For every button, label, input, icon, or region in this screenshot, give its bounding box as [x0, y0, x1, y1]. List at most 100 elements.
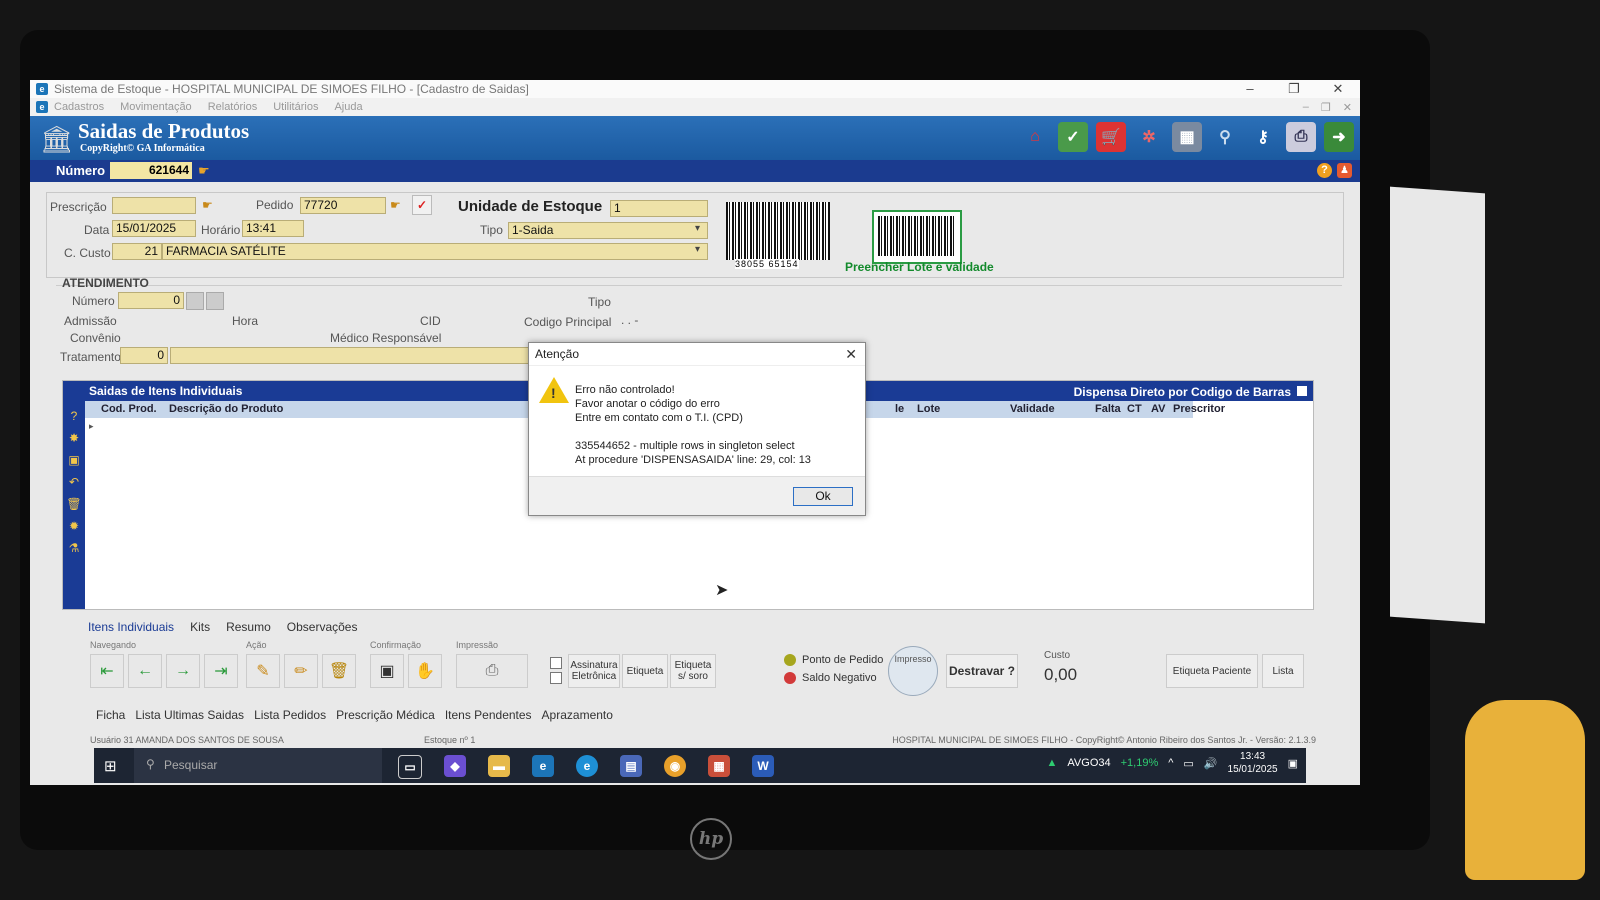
menu-ajuda[interactable]: Ajuda — [334, 101, 362, 113]
calendar-icon[interactable] — [186, 292, 204, 310]
taskbar-search[interactable]: Pesquisar — [134, 748, 382, 783]
key-icon[interactable]: ⚷ — [1248, 122, 1278, 152]
col-falta[interactable]: Falta — [1095, 403, 1121, 415]
barcode-caption[interactable]: Preencher Lote e validade — [845, 260, 994, 274]
next-record-icon[interactable]: → — [166, 654, 200, 688]
data-field[interactable]: 15/01/2025 — [112, 220, 196, 237]
pointing-hand-icon[interactable]: ☛ — [390, 198, 401, 212]
assinatura-button[interactable]: Assinatura Eletrônica — [568, 654, 620, 688]
col-lote[interactable]: Lote — [917, 403, 940, 415]
task-view-icon[interactable]: ▭ — [398, 755, 422, 779]
col-cod-prod[interactable]: Cod. Prod. — [101, 403, 157, 415]
col-descricao[interactable]: Descrição do Produto — [169, 403, 283, 415]
prev-record-icon[interactable]: ← — [128, 654, 162, 688]
search-patient-icon[interactable] — [206, 292, 224, 310]
print-option-checkbox-2[interactable] — [550, 672, 562, 684]
chevron-down-icon[interactable]: ▾ — [695, 244, 700, 255]
edge-browser-icon[interactable]: e — [576, 755, 598, 777]
calculator-icon[interactable]: ▦ — [1172, 122, 1202, 152]
pointing-hand-icon[interactable]: ☛ — [198, 163, 210, 179]
printer-icon[interactable]: ⎙ — [456, 654, 528, 688]
word-icon[interactable]: W — [752, 755, 774, 777]
print-option-checkbox-1[interactable] — [550, 657, 562, 669]
dialog-close-button[interactable]: ✕ — [845, 343, 857, 365]
mdi-minimize-button[interactable]: – — [1303, 101, 1309, 114]
delete-record-icon[interactable]: 🗑 — [322, 654, 356, 688]
etiqueta-button[interactable]: Etiqueta — [622, 654, 668, 688]
sun-icon[interactable]: ✸ — [63, 431, 85, 445]
prescricao-field[interactable] — [112, 197, 196, 214]
notification-icon[interactable]: ▣ — [1288, 757, 1298, 770]
tratamento-code-field[interactable]: 0 — [120, 347, 168, 364]
col-validade[interactable]: Validade — [1010, 403, 1055, 415]
horario-field[interactable]: 13:41 — [242, 220, 304, 237]
windows-start-icon[interactable]: ⊞ — [104, 757, 117, 775]
store-icon[interactable]: ▤ — [620, 755, 642, 777]
link-prescricao-medica[interactable]: Prescrição Médica — [336, 708, 435, 722]
tab-kits[interactable]: Kits — [190, 620, 210, 634]
link-lista-pedidos[interactable]: Lista Pedidos — [254, 708, 326, 722]
chrome-icon[interactable]: ◉ — [664, 755, 686, 777]
tab-resumo[interactable]: Resumo — [226, 620, 271, 634]
gear-icon[interactable]: ✹ — [63, 519, 85, 533]
confirm-check-icon[interactable]: ✓ — [412, 195, 432, 215]
col-le[interactable]: le — [895, 403, 904, 415]
ticker-name[interactable]: AVGO34 — [1067, 757, 1110, 769]
new-record-icon[interactable]: ✎ — [246, 654, 280, 688]
dispensa-checkbox[interactable] — [1297, 386, 1307, 396]
clock[interactable]: 13:43 15/01/2025 — [1228, 750, 1278, 776]
cancel-hand-icon[interactable]: ✋ — [408, 654, 442, 688]
ok-button[interactable]: Ok — [793, 487, 853, 506]
help-icon[interactable]: ? — [1317, 163, 1332, 178]
printer-icon[interactable]: ⎙ — [1286, 122, 1316, 152]
mdi-close-button[interactable]: ✕ — [1343, 101, 1352, 114]
pointing-hand-icon[interactable]: ☛ — [202, 198, 213, 212]
lista-button[interactable]: Lista — [1262, 654, 1304, 688]
network-icon[interactable]: ▭ — [1183, 757, 1193, 770]
link-ficha[interactable]: Ficha — [96, 708, 125, 722]
estoque-app-taskbar-icon[interactable]: e — [532, 755, 554, 777]
menu-cadastros[interactable]: Cadastros — [54, 101, 104, 113]
home-icon[interactable]: ⌂ — [1020, 122, 1050, 152]
etiqueta-soro-button[interactable]: Etiqueta s/ soro — [670, 654, 716, 688]
shopping-cart-icon[interactable]: 🛒 — [1096, 122, 1126, 152]
first-record-icon[interactable]: ⇤ — [90, 654, 124, 688]
ccusto-name-select[interactable]: FARMACIA SATÉLITE — [162, 243, 708, 260]
menu-relatorios[interactable]: Relatórios — [208, 101, 258, 113]
restore-button[interactable]: ❐ — [1272, 81, 1316, 97]
last-record-icon[interactable]: ⇥ — [204, 654, 238, 688]
destravar-button[interactable]: Destravar ? — [946, 654, 1018, 688]
link-aprazamento[interactable]: Aprazamento — [542, 708, 613, 722]
chevron-down-icon[interactable]: ▾ — [695, 223, 700, 234]
tab-observacoes[interactable]: Observações — [287, 620, 358, 634]
copilot-icon[interactable]: ◆ — [444, 755, 466, 777]
barcode-scan-button[interactable] — [872, 210, 962, 264]
binoculars-icon[interactable]: ⚲ — [1210, 122, 1240, 152]
tipo-select[interactable]: 1-Saida — [508, 222, 708, 239]
chevron-up-icon[interactable]: ^ — [1168, 757, 1173, 769]
etiqueta-paciente-button[interactable]: Etiqueta Paciente — [1166, 654, 1258, 688]
molecule-icon[interactable]: ✲ — [1134, 122, 1164, 152]
menu-movimentacao[interactable]: Movimentação — [120, 101, 192, 113]
app-icon-red[interactable]: ▦ — [708, 755, 730, 777]
help-icon[interactable]: ? — [63, 409, 85, 423]
link-lista-ultimas-saidas[interactable]: Lista Ultimas Saidas — [135, 708, 244, 722]
unidade-field[interactable]: 1 — [610, 200, 708, 217]
link-itens-pendentes[interactable]: Itens Pendentes — [445, 708, 532, 722]
tratamento-desc-field[interactable] — [170, 347, 530, 364]
col-prescritor[interactable]: Prescritor — [1173, 403, 1225, 415]
file-explorer-icon[interactable]: ▬ — [488, 755, 510, 777]
numero-field[interactable]: 621644 — [110, 162, 192, 179]
undo-icon[interactable]: ↶ — [63, 475, 85, 489]
pedido-field[interactable]: 77720 — [300, 197, 386, 214]
atend-numero-field[interactable]: 0 — [118, 292, 184, 309]
alert-icon[interactable]: ♟ — [1337, 163, 1352, 178]
volume-icon[interactable]: 🔊 — [1204, 757, 1218, 770]
exit-icon[interactable]: ➜ — [1324, 122, 1354, 152]
menu-utilitarios[interactable]: Utilitários — [273, 101, 318, 113]
edit-record-icon[interactable]: ✏ — [284, 654, 318, 688]
cart-check-icon[interactable]: ✓ — [1058, 122, 1088, 152]
tab-itens-individuais[interactable]: Itens Individuais — [88, 620, 174, 634]
save-icon[interactable]: ▣ — [370, 654, 404, 688]
trash-icon[interactable]: 🗑 — [63, 497, 85, 511]
